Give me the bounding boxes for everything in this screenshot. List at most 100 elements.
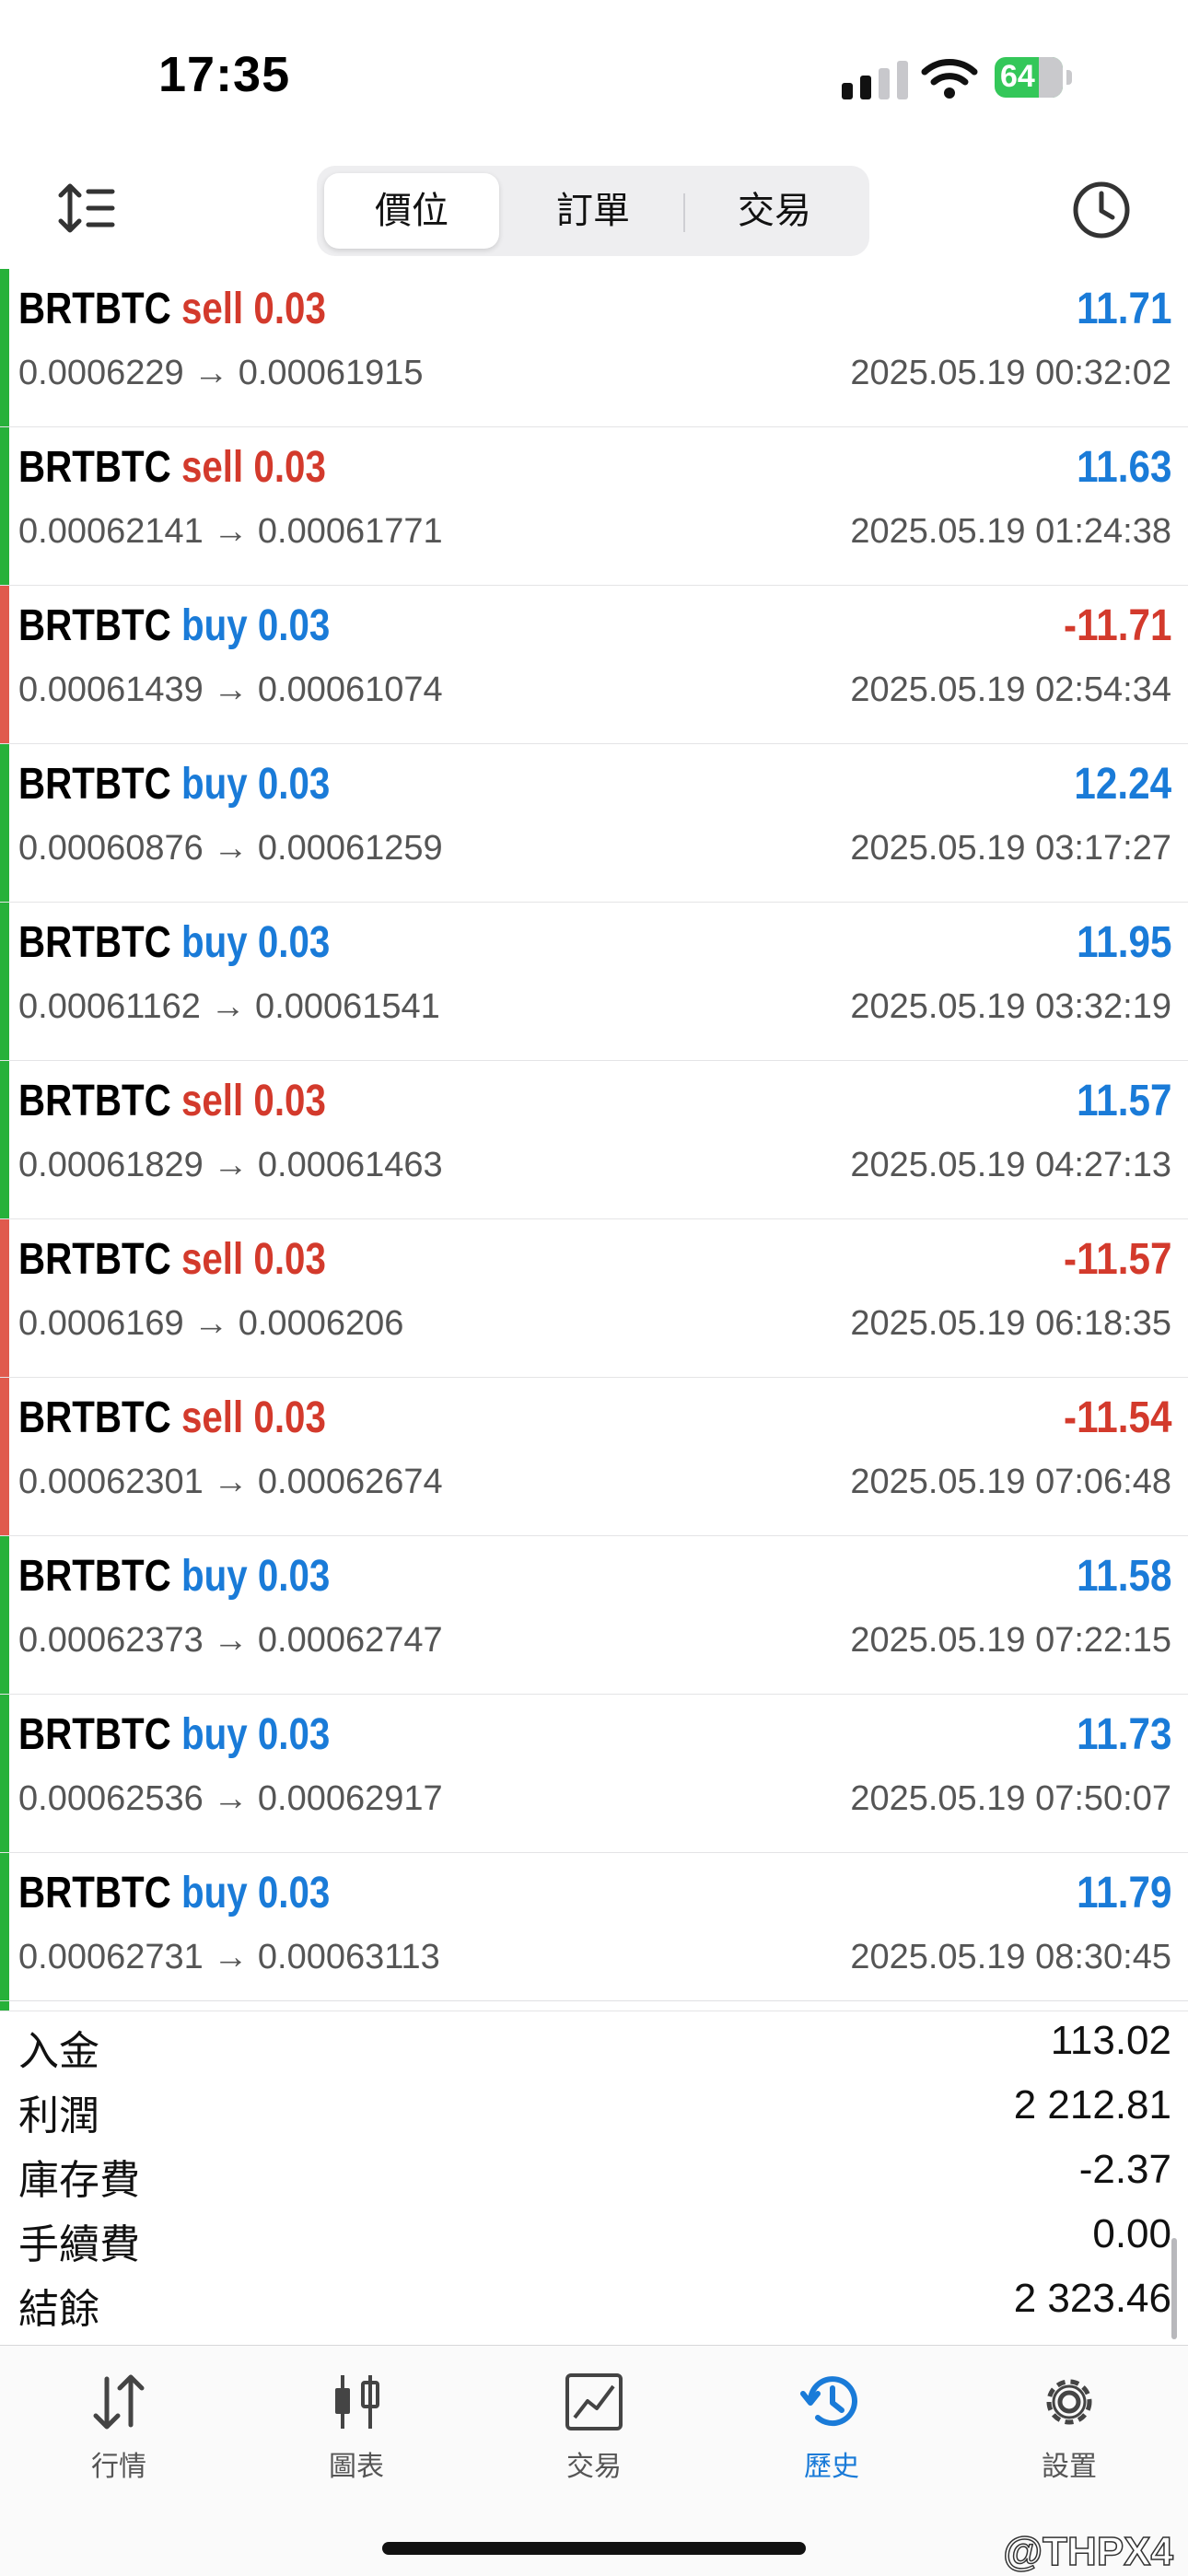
- trade-volume: 0.03: [253, 1077, 326, 1125]
- trade-prices: 0.00061829 → 0.00061463: [18, 1146, 443, 1184]
- trade-row[interactable]: BRTBTC buy 0.03 0.00061162 → 0.00061541 11…: [0, 903, 1188, 1061]
- battery-icon: 64: [995, 57, 1063, 98]
- trade-prices: 0.00062301 → 0.00062674: [18, 1463, 443, 1501]
- trade-date: 2025.05.19 01:24:38: [850, 512, 1171, 551]
- scrollbar[interactable]: [1171, 2238, 1177, 2339]
- battery-level: 64: [1000, 59, 1035, 94]
- trade-title: BRTBTC sell 0.03: [18, 284, 326, 334]
- summary-row-swap: 庫存費 -2.37: [0, 2139, 1188, 2204]
- status-bar: 17:35 64: [0, 0, 1188, 147]
- trade-row[interactable]: BRTBTC buy 0.03 0.00061439 → 0.00061074 -1…: [0, 586, 1188, 744]
- trade-prices: 0.0006169 → 0.0006206: [18, 1304, 404, 1343]
- trade-date: 2025.05.19 07:50:07: [850, 1779, 1171, 1818]
- trade-title: BRTBTC sell 0.03: [18, 1234, 326, 1285]
- trade-row[interactable]: BRTBTC buy 0.03 0.00062731 → 0.00063113 11…: [0, 1853, 1188, 2011]
- trade-side: buy: [181, 760, 248, 809]
- trade-volume: 0.03: [253, 1393, 326, 1442]
- tabbar-label: 行情: [91, 2452, 146, 2482]
- summary-row-profit: 利潤 2 212.81: [0, 2075, 1188, 2139]
- trade-symbol: BRTBTC: [18, 1077, 171, 1125]
- trade-volume: 0.03: [253, 285, 326, 333]
- trade-symbol: BRTBTC: [18, 1235, 171, 1284]
- trade-profit: -11.54: [1063, 1393, 1171, 1442]
- trade-side: buy: [181, 1869, 248, 1917]
- sort-icon[interactable]: [57, 182, 116, 234]
- trade-profit: 11.95: [1076, 918, 1171, 967]
- trade-volume: 0.03: [257, 1552, 331, 1601]
- trade-status-bar: [0, 269, 9, 426]
- summary-label: 入金: [18, 2029, 99, 2074]
- tab-price[interactable]: 價位: [324, 173, 499, 249]
- trade-symbol: BRTBTC: [18, 918, 171, 967]
- trade-status-bar: [0, 1378, 9, 1535]
- trade-row[interactable]: BRTBTC buy 0.03 0.00062373 → 0.00062747 11…: [0, 1536, 1188, 1695]
- trade-symbol: BRTBTC: [18, 1869, 171, 1917]
- trade-volume: 0.03: [257, 1869, 331, 1917]
- trade-symbol: BRTBTC: [18, 1393, 171, 1442]
- trade-status-bar: [0, 1853, 9, 2011]
- trade-prices: 0.00062373 → 0.00062747: [18, 1621, 443, 1660]
- summary-panel: 入金 113.02 利潤 2 212.81 庫存費 -2.37 手續費 0.00…: [0, 2000, 1188, 2342]
- summary-row-deposit: 入金 113.02: [0, 2011, 1188, 2075]
- trade-date: 2025.05.19 04:27:13: [850, 1146, 1171, 1184]
- trade-title: BRTBTC buy 0.03: [18, 1868, 330, 1918]
- trade-date: 2025.05.19 02:54:34: [850, 670, 1171, 709]
- trade-side: buy: [181, 918, 248, 967]
- trade-status-bar: [0, 744, 9, 902]
- trade-list: BRTBTC sell 0.03 0.0006229 → 0.00061915 11…: [0, 269, 1188, 2011]
- trade-profit: 11.79: [1076, 1869, 1171, 1917]
- tabbar-label: 圖表: [329, 2452, 384, 2482]
- tabbar-trade[interactable]: 交易: [520, 2370, 668, 2484]
- trade-prices: 0.00062141 → 0.00061771: [18, 512, 443, 551]
- gear-icon: [1046, 2379, 1092, 2425]
- summary-row-balance: 結餘 2 323.46: [0, 2268, 1188, 2333]
- trade-status-bar: [0, 903, 9, 1060]
- trade-side: sell: [181, 1077, 244, 1125]
- trade-volume: 0.03: [257, 1710, 331, 1759]
- tabbar-history[interactable]: 歷史: [758, 2370, 905, 2484]
- tabbar-label: 歷史: [804, 2452, 859, 2482]
- trade-volume: 0.03: [253, 443, 326, 492]
- trade-status-bar: [0, 1219, 9, 1377]
- trade-prices: 0.00062731 → 0.00063113: [18, 1938, 440, 1976]
- nav-bar: 價位 訂單 交易: [0, 157, 1188, 267]
- trade-symbol: BRTBTC: [18, 1710, 171, 1759]
- summary-value: 2 323.46: [1013, 2276, 1171, 2321]
- trade-profit: -11.71: [1063, 601, 1171, 650]
- trade-prices: 0.0006229 → 0.00061915: [18, 354, 424, 392]
- cellular-signal-icon: [842, 61, 908, 99]
- tab-orders[interactable]: 訂單: [506, 173, 681, 249]
- trade-status-bar: [0, 427, 9, 585]
- trade-row[interactable]: BRTBTC buy 0.03 0.00062536 → 0.00062917 11…: [0, 1695, 1188, 1853]
- trade-profit: 11.73: [1076, 1710, 1171, 1759]
- trade-row[interactable]: BRTBTC sell 0.03 0.00062301 → 0.00062674 -…: [0, 1378, 1188, 1536]
- trade-row[interactable]: BRTBTC sell 0.03 0.0006169 → 0.0006206 -11…: [0, 1219, 1188, 1378]
- trade-symbol: BRTBTC: [18, 760, 171, 809]
- trade-side: sell: [181, 443, 244, 492]
- clock-icon[interactable]: [1070, 179, 1133, 241]
- trade-profit: 12.24: [1074, 760, 1171, 809]
- trade-row[interactable]: BRTBTC sell 0.03 0.00062141 → 0.00061771 1…: [0, 427, 1188, 586]
- trade-prices: 0.00060876 → 0.00061259: [18, 829, 443, 868]
- summary-value: 113.02: [1050, 2018, 1171, 2063]
- tabbar-settings[interactable]: 設置: [996, 2370, 1143, 2484]
- tab-trades[interactable]: 交易: [687, 173, 862, 249]
- trade-title: BRTBTC sell 0.03: [18, 442, 326, 493]
- home-indicator[interactable]: [382, 2542, 806, 2555]
- summary-row-commission: 手續費 0.00: [0, 2204, 1188, 2268]
- summary-value: -2.37: [1078, 2147, 1171, 2192]
- tabbar-label: 交易: [566, 2452, 622, 2482]
- trade-row[interactable]: BRTBTC sell 0.03 0.0006229 → 0.00061915 11…: [0, 269, 1188, 427]
- trade-row[interactable]: BRTBTC sell 0.03 0.00061829 → 0.00061463 1…: [0, 1061, 1188, 1219]
- trade-date: 2025.05.19 00:32:02: [850, 354, 1171, 392]
- history-icon: [800, 2376, 857, 2427]
- trade-prices: 0.00061162 → 0.00061541: [18, 987, 440, 1026]
- watermark: @THPX4: [1003, 2528, 1174, 2575]
- summary-value: 2 212.81: [1013, 2082, 1171, 2127]
- trade-row[interactable]: BRTBTC buy 0.03 0.00060876 → 0.00061259 12…: [0, 744, 1188, 903]
- tabbar-quotes[interactable]: 行情: [45, 2370, 192, 2484]
- trade-status-bar: [0, 1536, 9, 1694]
- summary-label: 手續費: [18, 2222, 140, 2267]
- candlestick-icon: [335, 2375, 379, 2429]
- tabbar-chart[interactable]: 圖表: [283, 2370, 430, 2484]
